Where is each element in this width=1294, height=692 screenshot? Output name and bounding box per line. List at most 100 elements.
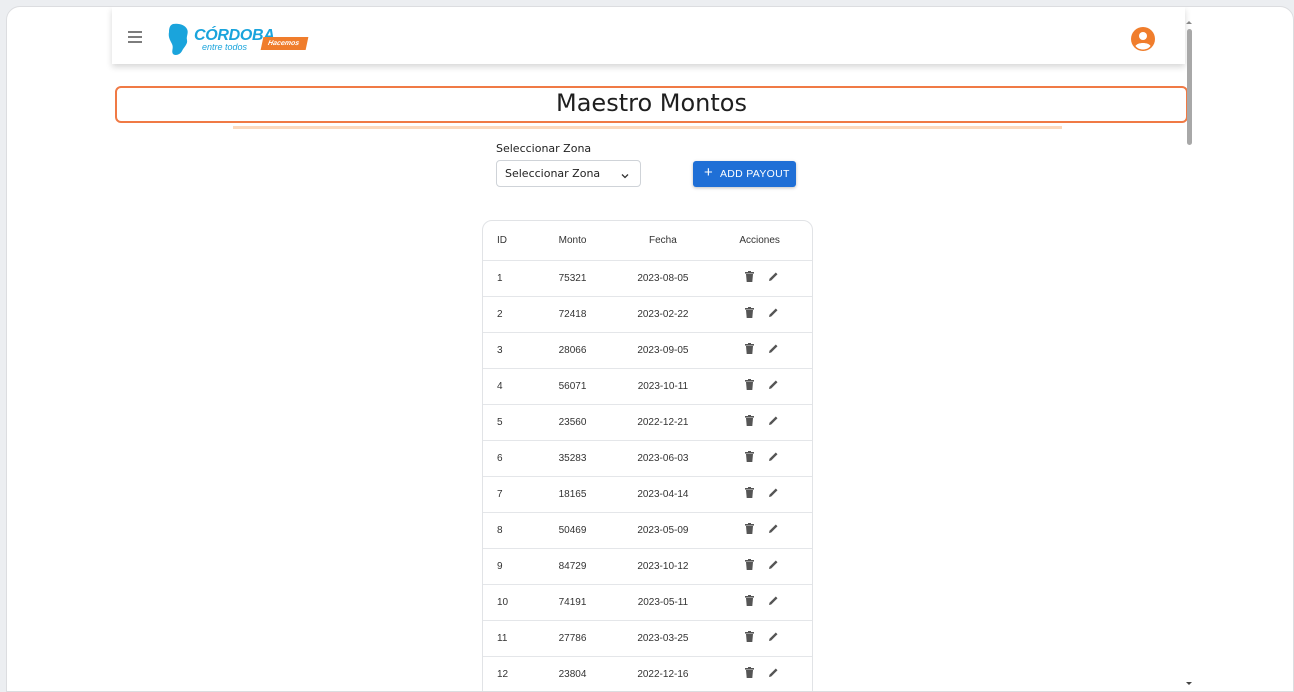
cell-monto: 74191 <box>540 584 601 621</box>
cell-id: 11 <box>483 620 541 657</box>
logo-tag: Hacemos <box>260 37 309 50</box>
cell-monto: 50469 <box>540 512 601 549</box>
edit-pencil-icon[interactable] <box>768 595 779 609</box>
cell-id: 10 <box>483 584 541 621</box>
scroll-down-arrow-icon[interactable] <box>1186 682 1192 685</box>
edit-pencil-icon[interactable] <box>768 415 779 429</box>
edit-pencil-icon[interactable] <box>768 379 779 393</box>
table-header-row: ID Monto Fecha Acciones <box>483 221 812 261</box>
browser-frame: CÓRDOBA entre todos Hacemos Maestro Mont… <box>6 6 1294 692</box>
col-header-id[interactable]: ID <box>483 221 541 261</box>
cell-fecha: 2022-12-21 <box>600 404 726 441</box>
zone-select[interactable]: Seleccionar Zona <box>496 160 641 187</box>
cell-id: 6 <box>483 440 541 477</box>
cell-monto: 56071 <box>540 368 601 405</box>
table-row: 7 18165 2023-04-14 <box>483 476 812 513</box>
cell-fecha: 2023-05-09 <box>600 512 726 549</box>
cell-fecha: 2023-04-14 <box>600 476 726 513</box>
cell-acciones <box>725 548 812 585</box>
cell-acciones <box>725 656 812 691</box>
cell-id: 7 <box>483 476 541 513</box>
table-row: 2 72418 2023-02-22 <box>483 296 812 333</box>
edit-pencil-icon[interactable] <box>768 451 779 465</box>
table-row: 9 84729 2023-10-12 <box>483 548 812 585</box>
table-row: 10 74191 2023-05-11 <box>483 584 812 621</box>
delete-trash-icon[interactable] <box>745 595 755 609</box>
edit-pencil-icon[interactable] <box>768 487 779 501</box>
delete-trash-icon[interactable] <box>745 631 755 645</box>
table-body: 1 75321 2023-08-05 2 72418 2023-02-22 3 28066 20… <box>483 260 812 691</box>
col-header-fecha[interactable]: Fecha <box>600 221 726 261</box>
province-map-icon <box>168 23 188 55</box>
cell-fecha: 2023-09-05 <box>600 332 726 369</box>
col-header-acciones: Acciones <box>725 221 812 261</box>
cell-monto: 18165 <box>540 476 601 513</box>
edit-pencil-icon[interactable] <box>768 559 779 573</box>
cell-id: 8 <box>483 512 541 549</box>
cell-id: 12 <box>483 656 541 691</box>
cell-acciones <box>725 584 812 621</box>
chevron-down-icon <box>620 168 630 186</box>
table-row: 8 50469 2023-05-09 <box>483 512 812 549</box>
cell-acciones <box>725 296 812 333</box>
table-row: 11 27786 2023-03-25 <box>483 620 812 657</box>
table-row: 4 56071 2023-10-11 <box>483 368 812 405</box>
zone-select-value: Seleccionar Zona <box>505 167 601 180</box>
delete-trash-icon[interactable] <box>745 487 755 501</box>
cell-fecha: 2023-10-12 <box>600 548 726 585</box>
cell-acciones <box>725 476 812 513</box>
cell-id: 9 <box>483 548 541 585</box>
cell-fecha: 2023-08-05 <box>600 260 726 297</box>
cell-monto: 27786 <box>540 620 601 657</box>
page-scrollbar[interactable] <box>1185 21 1194 691</box>
scroll-up-arrow-icon[interactable] <box>1186 21 1192 24</box>
delete-trash-icon[interactable] <box>745 559 755 573</box>
hamburger-menu-icon[interactable] <box>128 31 142 43</box>
table-row: 1 75321 2023-08-05 <box>483 260 812 297</box>
cell-monto: 23560 <box>540 404 601 441</box>
delete-trash-icon[interactable] <box>745 379 755 393</box>
cell-monto: 23804 <box>540 656 601 691</box>
zone-select-label: Seleccionar Zona <box>496 142 592 155</box>
edit-pencil-icon[interactable] <box>768 307 779 321</box>
delete-trash-icon[interactable] <box>745 271 755 285</box>
col-header-monto[interactable]: Monto <box>540 221 601 261</box>
cell-monto: 28066 <box>540 332 601 369</box>
delete-trash-icon[interactable] <box>745 451 755 465</box>
delete-trash-icon[interactable] <box>745 667 755 681</box>
cell-fecha: 2023-10-11 <box>600 368 726 405</box>
cell-acciones <box>725 260 812 297</box>
table-row: 5 23560 2022-12-21 <box>483 404 812 441</box>
cell-id: 3 <box>483 332 541 369</box>
cell-fecha: 2023-05-11 <box>600 584 726 621</box>
delete-trash-icon[interactable] <box>745 523 755 537</box>
edit-pencil-icon[interactable] <box>768 631 779 645</box>
delete-trash-icon[interactable] <box>745 307 755 321</box>
cell-id: 1 <box>483 260 541 297</box>
cell-fecha: 2023-06-03 <box>600 440 726 477</box>
account-avatar-icon[interactable] <box>1131 27 1155 56</box>
edit-pencil-icon[interactable] <box>768 271 779 285</box>
plus-icon: + <box>704 164 713 181</box>
cell-monto: 75321 <box>540 260 601 297</box>
cell-id: 2 <box>483 296 541 333</box>
edit-pencil-icon[interactable] <box>768 343 779 357</box>
cell-acciones <box>725 512 812 549</box>
add-payout-button[interactable]: + ADD PAYOUT <box>693 161 796 187</box>
scrollbar-thumb[interactable] <box>1187 29 1192 145</box>
title-divider <box>233 126 1062 129</box>
cell-acciones <box>725 368 812 405</box>
delete-trash-icon[interactable] <box>745 343 755 357</box>
cell-monto: 35283 <box>540 440 601 477</box>
cell-monto: 72418 <box>540 296 601 333</box>
cordoba-logo: CÓRDOBA entre todos Hacemos <box>166 23 326 57</box>
payouts-table: ID Monto Fecha Acciones 1 75321 2023-08-05… <box>482 220 813 691</box>
edit-pencil-icon[interactable] <box>768 523 779 537</box>
edit-pencil-icon[interactable] <box>768 667 779 681</box>
cell-acciones <box>725 332 812 369</box>
table-row: 6 35283 2023-06-03 <box>483 440 812 477</box>
delete-trash-icon[interactable] <box>745 415 755 429</box>
add-payout-label: ADD PAYOUT <box>720 168 790 180</box>
cell-fecha: 2022-12-16 <box>600 656 726 691</box>
cell-fecha: 2023-03-25 <box>600 620 726 657</box>
